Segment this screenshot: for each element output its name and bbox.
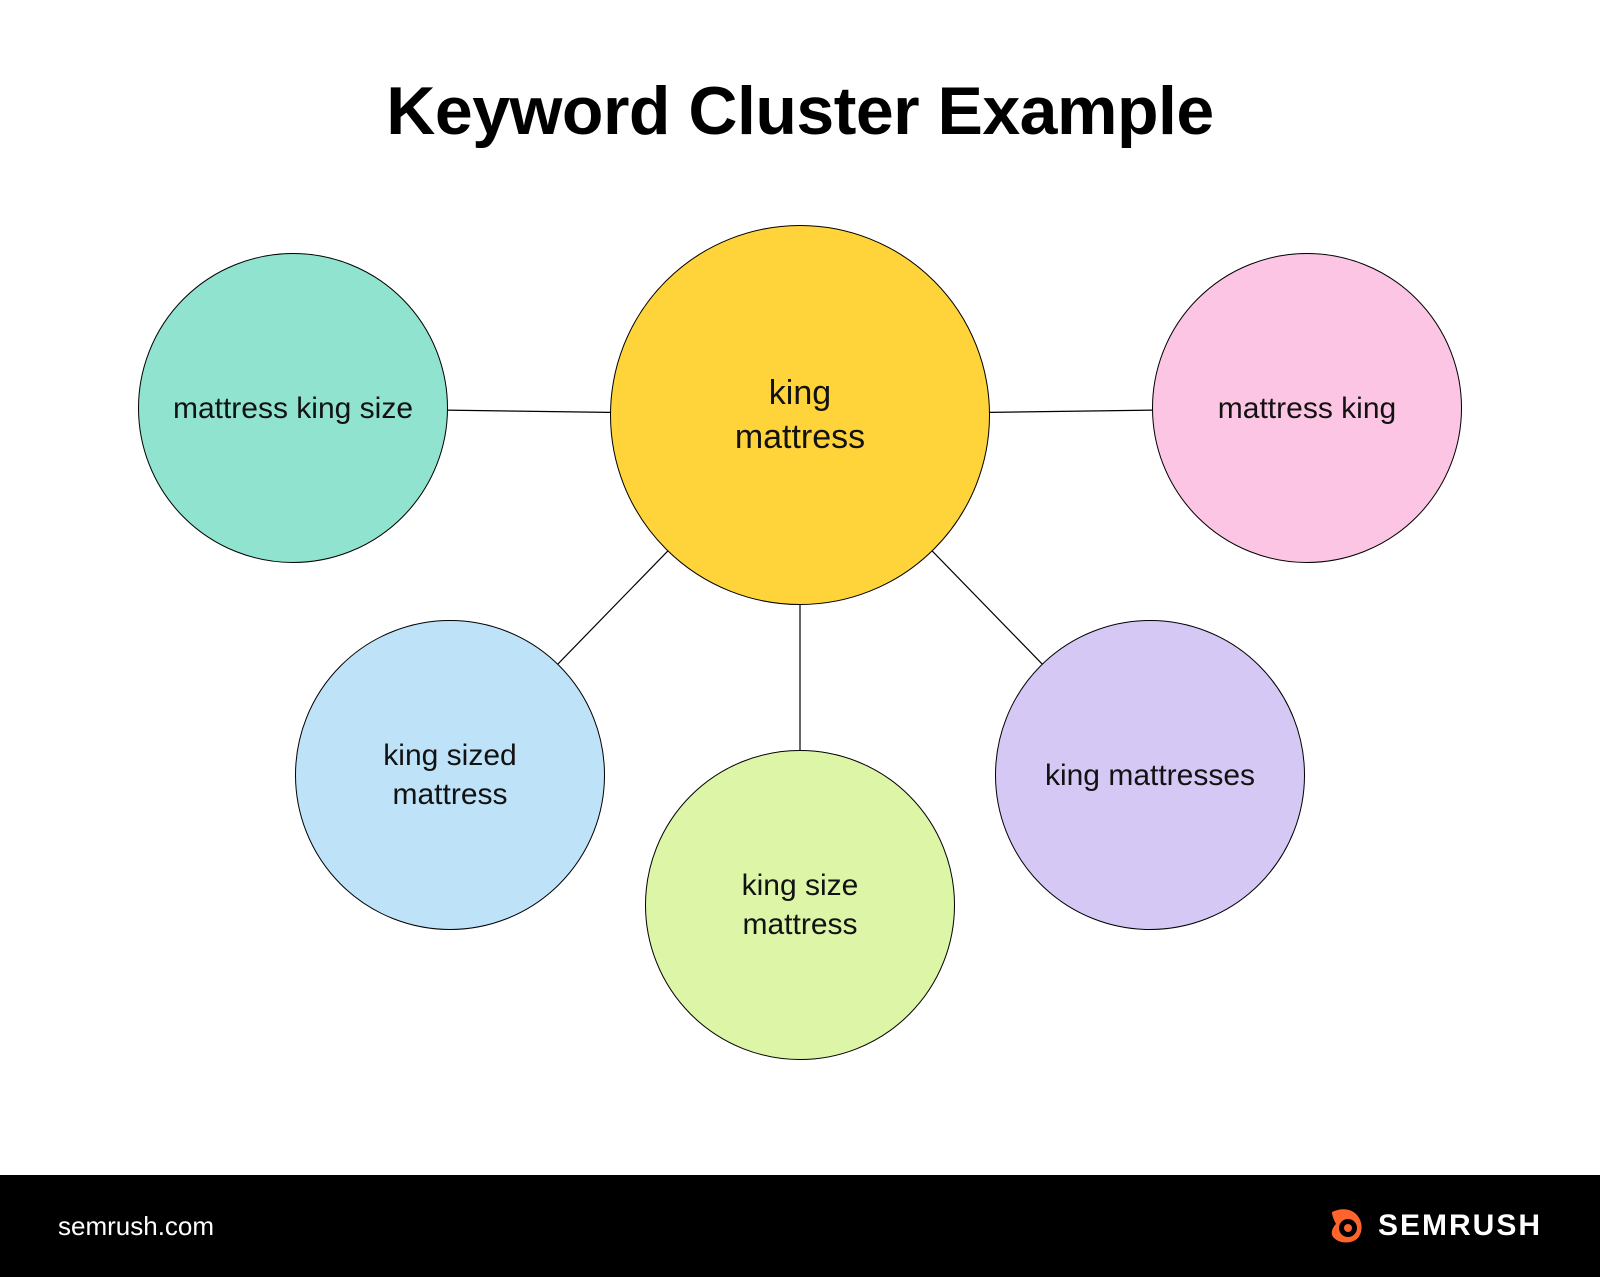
footer-brand: SEMRUSH	[1326, 1206, 1542, 1246]
semrush-fireball-icon	[1326, 1206, 1366, 1246]
satellite-node-king-mattresses: king mattresses	[995, 620, 1305, 930]
satellite-node-king-sized-mattress: king sized mattress	[295, 620, 605, 930]
node-label: king size mattress	[742, 866, 859, 944]
center-node: king mattress	[610, 225, 990, 605]
node-label: mattress king size	[173, 389, 413, 428]
satellite-node-mattress-king-size: mattress king size	[138, 253, 448, 563]
footer-url: semrush.com	[58, 1211, 214, 1242]
satellite-node-mattress-king: mattress king	[1152, 253, 1462, 563]
brand-name: SEMRUSH	[1378, 1209, 1542, 1243]
footer-bar: semrush.com SEMRUSH	[0, 1175, 1600, 1277]
node-label: king mattress	[735, 371, 865, 459]
node-label: mattress king	[1218, 389, 1396, 428]
node-label: king sized mattress	[383, 736, 516, 814]
node-label: king mattresses	[1045, 756, 1255, 795]
satellite-node-king-size-mattress: king size mattress	[645, 750, 955, 1060]
